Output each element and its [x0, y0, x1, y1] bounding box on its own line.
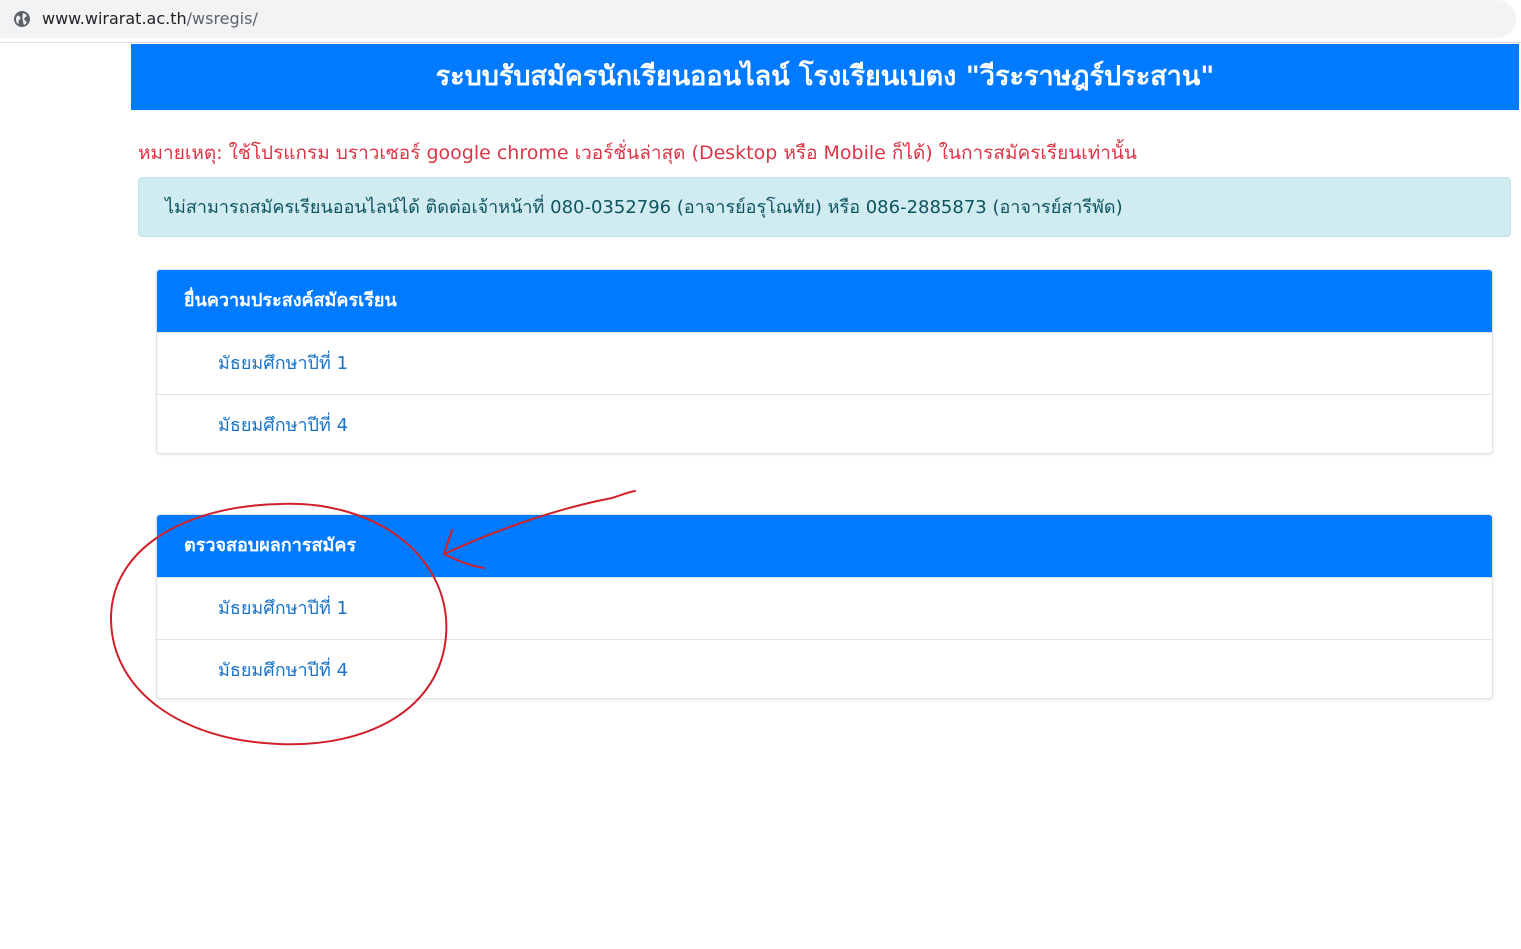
apply-card-header: ยื่นความประสงค์สมัครเรียน — [157, 270, 1492, 332]
apply-m4-link[interactable]: มัธยมศึกษาปีที่ 4 — [157, 394, 1492, 453]
check-m1-link[interactable]: มัธยมศึกษาปีที่ 1 — [157, 577, 1492, 639]
page-title: ระบบรับสมัครนักเรียนออนไลน์ โรงเรียนเบตง… — [131, 44, 1519, 110]
globe-icon — [14, 11, 30, 27]
apply-card: ยื่นความประสงค์สมัครเรียน มัธยมศึกษาปีที… — [156, 269, 1493, 454]
url-text[interactable]: www.wirarat.ac.th/wsregis/ — [42, 9, 258, 29]
apply-m1-link[interactable]: มัธยมศึกษาปีที่ 1 — [157, 332, 1492, 394]
check-result-card-header: ตรวจสอบผลการสมัคร — [157, 515, 1492, 577]
url-path: /wsregis/ — [186, 9, 258, 28]
browser-note: หมายเหตุ: ใช้โปรแกรม บราวเซอร์ google ch… — [138, 142, 1137, 164]
url-host: www.wirarat.ac.th — [42, 9, 187, 28]
check-result-card: ตรวจสอบผลการสมัคร มัธยมศึกษาปีที่ 1 มัธย… — [156, 514, 1493, 699]
address-bar[interactable]: www.wirarat.ac.th/wsregis/ — [0, 0, 1516, 38]
contact-alert: ไม่สามารถสมัครเรียนออนไลน์ได้ ติดต่อเจ้า… — [138, 177, 1511, 237]
address-bar-divider — [0, 42, 1521, 43]
check-m4-link[interactable]: มัธยมศึกษาปีที่ 4 — [157, 639, 1492, 698]
